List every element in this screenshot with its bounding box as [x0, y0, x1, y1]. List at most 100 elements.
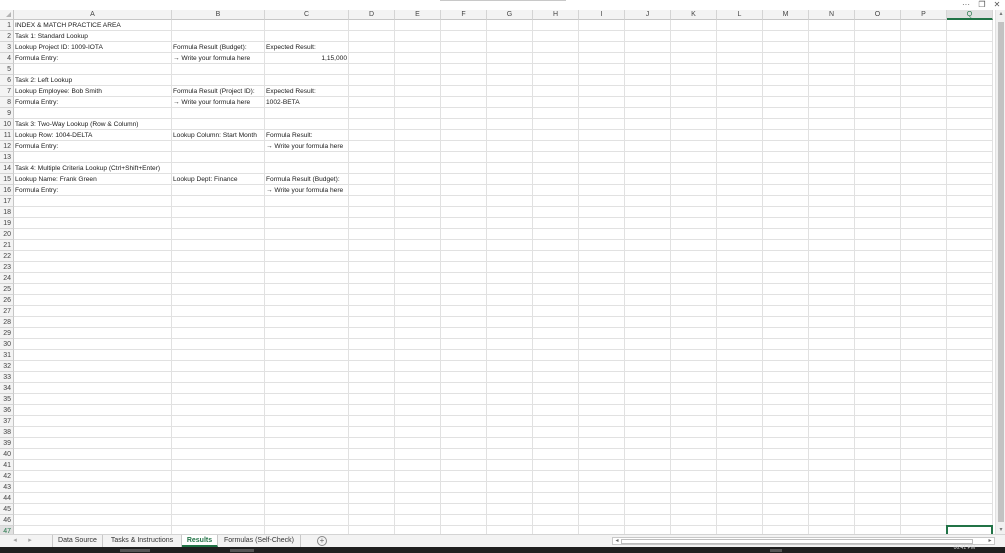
- scroll-left-arrow-icon[interactable]: ◂: [613, 537, 621, 545]
- column-header-b[interactable]: B: [172, 10, 265, 20]
- row-header-11[interactable]: 11: [0, 130, 14, 141]
- row-header-40[interactable]: 40: [0, 449, 14, 460]
- column-header-c[interactable]: C: [265, 10, 349, 20]
- tab-data-source[interactable]: Data Source: [52, 535, 103, 547]
- cell-a12[interactable]: Formula Entry:: [14, 141, 58, 152]
- tab-tasks-instructions[interactable]: Tasks & Instructions: [103, 535, 182, 547]
- column-header-o[interactable]: O: [855, 10, 901, 20]
- select-all-corner[interactable]: [0, 10, 14, 20]
- row-header-12[interactable]: 12: [0, 141, 14, 152]
- cell-a11[interactable]: Lookup Row: 1004-DELTA: [14, 130, 92, 141]
- cell-a4[interactable]: Formula Entry:: [14, 53, 58, 64]
- row-header-47[interactable]: 47: [0, 526, 14, 534]
- cell-c7[interactable]: Expected Result:: [265, 86, 316, 97]
- row-header-45[interactable]: 45: [0, 504, 14, 515]
- row-header-24[interactable]: 24: [0, 273, 14, 284]
- row-header-17[interactable]: 17: [0, 196, 14, 207]
- row-header-1[interactable]: 1: [0, 20, 14, 31]
- row-header-38[interactable]: 38: [0, 427, 14, 438]
- row-header-33[interactable]: 33: [0, 372, 14, 383]
- row-header-42[interactable]: 42: [0, 471, 14, 482]
- row-header-9[interactable]: 9: [0, 108, 14, 119]
- cell-b11[interactable]: Lookup Column: Start Month: [172, 130, 257, 141]
- row-header-3[interactable]: 3: [0, 42, 14, 53]
- cell-b3[interactable]: Formula Result (Budget):: [172, 42, 247, 53]
- row-header-14[interactable]: 14: [0, 163, 14, 174]
- cell-a2[interactable]: Task 1: Standard Lookup: [14, 31, 88, 42]
- column-header-p[interactable]: P: [901, 10, 947, 20]
- row-header-29[interactable]: 29: [0, 328, 14, 339]
- scroll-right-arrow-icon[interactable]: ▸: [986, 537, 994, 545]
- add-sheet-icon[interactable]: +: [317, 536, 327, 546]
- row-header-30[interactable]: 30: [0, 339, 14, 350]
- row-header-16[interactable]: 16: [0, 185, 14, 196]
- column-header-q[interactable]: Q: [947, 10, 993, 20]
- cell-a14[interactable]: Task 4: Multiple Criteria Lookup (Ctrl+S…: [14, 163, 160, 174]
- column-header-f[interactable]: F: [441, 10, 487, 20]
- row-header-39[interactable]: 39: [0, 438, 14, 449]
- prev-sheet-icon[interactable]: ◂: [9, 535, 21, 547]
- worksheet-grid[interactable]: A B C D E F G H I J K L M N O P Q 1 2 3 4 5 6 7 8 9 10 11 12 13 14 15 16…: [0, 10, 995, 534]
- tab-results[interactable]: Results: [182, 535, 218, 547]
- column-header-n[interactable]: N: [809, 10, 855, 20]
- column-header-j[interactable]: J: [625, 10, 671, 20]
- cell-a7[interactable]: Lookup Employee: Bob Smith: [14, 86, 102, 97]
- more-options-icon[interactable]: ···: [960, 0, 972, 10]
- row-header-35[interactable]: 35: [0, 394, 14, 405]
- row-header-31[interactable]: 31: [0, 350, 14, 361]
- column-header-i[interactable]: I: [579, 10, 625, 20]
- column-header-k[interactable]: K: [671, 10, 717, 20]
- row-header-8[interactable]: 8: [0, 97, 14, 108]
- cell-a8[interactable]: Formula Entry:: [14, 97, 58, 108]
- row-header-6[interactable]: 6: [0, 75, 14, 86]
- taskbar-app-icon[interactable]: [120, 549, 150, 552]
- taskbar-app-icon[interactable]: [230, 549, 254, 552]
- row-header-22[interactable]: 22: [0, 251, 14, 262]
- cell-a15[interactable]: Lookup Name: Frank Green: [14, 174, 97, 185]
- cell-c8[interactable]: 1002-BETA: [265, 97, 300, 108]
- row-header-28[interactable]: 28: [0, 317, 14, 328]
- row-header-15[interactable]: 15: [0, 174, 14, 185]
- row-header-25[interactable]: 25: [0, 284, 14, 295]
- scroll-down-arrow-icon[interactable]: ▾: [996, 526, 1005, 534]
- row-header-20[interactable]: 20: [0, 229, 14, 240]
- next-sheet-icon[interactable]: ▸: [24, 535, 36, 547]
- row-header-36[interactable]: 36: [0, 405, 14, 416]
- row-header-7[interactable]: 7: [0, 86, 14, 97]
- active-cell-outline[interactable]: [946, 525, 993, 534]
- cell-b7[interactable]: Formula Result (Project ID):: [172, 86, 255, 97]
- vertical-scrollbar[interactable]: ▴ ▾: [995, 10, 1005, 534]
- cell-a1[interactable]: INDEX & MATCH PRACTICE AREA: [14, 20, 121, 31]
- horizontal-scrollbar[interactable]: ◂ ▸: [612, 537, 995, 545]
- row-header-19[interactable]: 19: [0, 218, 14, 229]
- row-header-41[interactable]: 41: [0, 460, 14, 471]
- taskbar-tray-icon[interactable]: [770, 549, 782, 552]
- column-header-d[interactable]: D: [349, 10, 395, 20]
- cell-c3[interactable]: Expected Result:: [265, 42, 316, 53]
- column-header-e[interactable]: E: [395, 10, 441, 20]
- cell-b15[interactable]: Lookup Dept: Finance: [172, 174, 238, 185]
- cell-a16[interactable]: Formula Entry:: [14, 185, 58, 196]
- row-header-2[interactable]: 2: [0, 31, 14, 42]
- close-window-icon[interactable]: ✕: [991, 0, 1003, 10]
- row-header-23[interactable]: 23: [0, 262, 14, 273]
- horizontal-scroll-thumb[interactable]: [621, 539, 973, 544]
- column-header-g[interactable]: G: [487, 10, 533, 20]
- cell-c11[interactable]: Formula Result:: [265, 130, 313, 141]
- cell-a10[interactable]: Task 3: Two-Way Lookup (Row & Column): [14, 119, 139, 130]
- column-header-h[interactable]: H: [533, 10, 579, 20]
- column-header-l[interactable]: L: [717, 10, 763, 20]
- row-header-21[interactable]: 21: [0, 240, 14, 251]
- cell-a3[interactable]: Lookup Project ID: 1009-IOTA: [14, 42, 103, 53]
- vertical-scroll-thumb[interactable]: [998, 22, 1004, 522]
- cell-b4[interactable]: → Write your formula here: [172, 53, 250, 64]
- restore-window-icon[interactable]: ❐: [976, 0, 988, 10]
- column-header-a[interactable]: A: [14, 10, 172, 20]
- scroll-up-arrow-icon[interactable]: ▴: [996, 10, 1005, 18]
- cell-c4[interactable]: 1,15,000: [265, 53, 349, 64]
- row-header-5[interactable]: 5: [0, 64, 14, 75]
- row-header-32[interactable]: 32: [0, 361, 14, 372]
- row-header-43[interactable]: 43: [0, 482, 14, 493]
- cell-c15[interactable]: Formula Result (Budget):: [265, 174, 340, 185]
- row-header-44[interactable]: 44: [0, 493, 14, 504]
